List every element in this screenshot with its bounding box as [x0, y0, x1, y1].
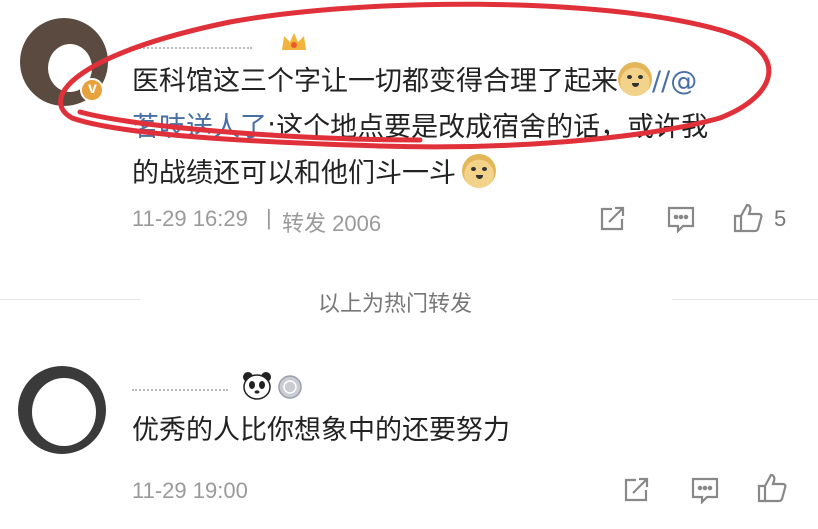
- like-count: 5: [774, 206, 787, 231]
- share-icon[interactable]: [598, 205, 626, 233]
- crown-icon: [280, 30, 308, 54]
- comment-icon[interactable]: [666, 205, 696, 233]
- share-icon[interactable]: [622, 476, 650, 504]
- username[interactable]: [132, 30, 272, 50]
- repost-count[interactable]: 转发 2006: [282, 206, 381, 238]
- comment-line-3: 的战绩还可以和他们斗一斗: [132, 158, 456, 189]
- hot-repost-label: 以上为热门转发: [318, 292, 473, 317]
- medal-icon: [276, 372, 304, 400]
- divider-right: [672, 299, 818, 300]
- comment-icon[interactable]: [690, 476, 720, 504]
- comment-text: 医科馆这三个字让一切都变得合理了起来 //@ 茗吱送人了:这个地点要是改成宿舍的话…: [132, 59, 792, 197]
- comment-line-1: 医科馆这三个字让一切都变得合理了起来: [132, 66, 618, 97]
- username[interactable]: [132, 372, 232, 392]
- timestamp: 11-29 19:00: [132, 478, 248, 503]
- comment-line-2: :这个地点要是改成宿舍的话，或许我: [267, 112, 709, 143]
- avatar[interactable]: [18, 366, 106, 454]
- like-icon[interactable]: [756, 472, 788, 504]
- like-icon[interactable]: [732, 202, 764, 234]
- mention-link[interactable]: 茗吱送人了: [132, 112, 267, 143]
- timestamp: 11-29 16:29: [132, 206, 248, 231]
- verified-badge-icon: [80, 78, 104, 102]
- meta-separator: |: [266, 205, 272, 230]
- repost-chain-prefix: //@: [652, 66, 698, 97]
- panda-icon: [240, 370, 274, 400]
- doge-emoji: [462, 154, 496, 188]
- comment-text: 优秀的人比你想象中的还要努力: [132, 415, 510, 446]
- divider-left: [0, 299, 140, 300]
- doge-emoji: [618, 62, 652, 96]
